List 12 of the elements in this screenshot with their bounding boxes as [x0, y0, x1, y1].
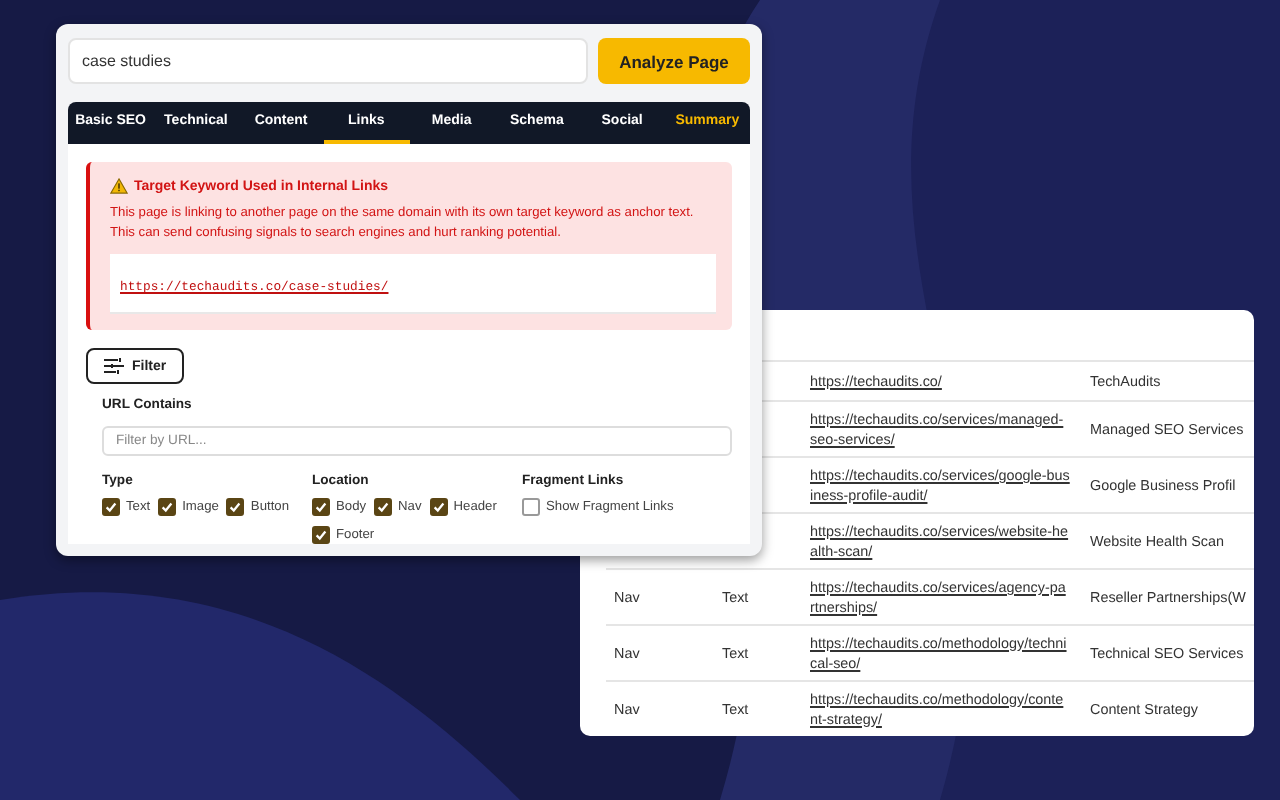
- checkbox[interactable]: [312, 526, 330, 545]
- checkbox[interactable]: [312, 498, 330, 517]
- checkbox[interactable]: [429, 498, 448, 517]
- checkbox[interactable]: [102, 498, 120, 517]
- checkbox[interactable]: [158, 498, 177, 517]
- filter-icon: [104, 358, 124, 375]
- search-field[interactable]: case studies: [68, 38, 588, 84]
- analyze-page-button[interactable]: Analyze Page: [598, 38, 750, 84]
- warning-icon: [110, 178, 128, 194]
- checkbox[interactable]: [374, 498, 393, 517]
- checkbox[interactable]: [226, 498, 245, 517]
- checkbox[interactable]: [522, 498, 540, 517]
